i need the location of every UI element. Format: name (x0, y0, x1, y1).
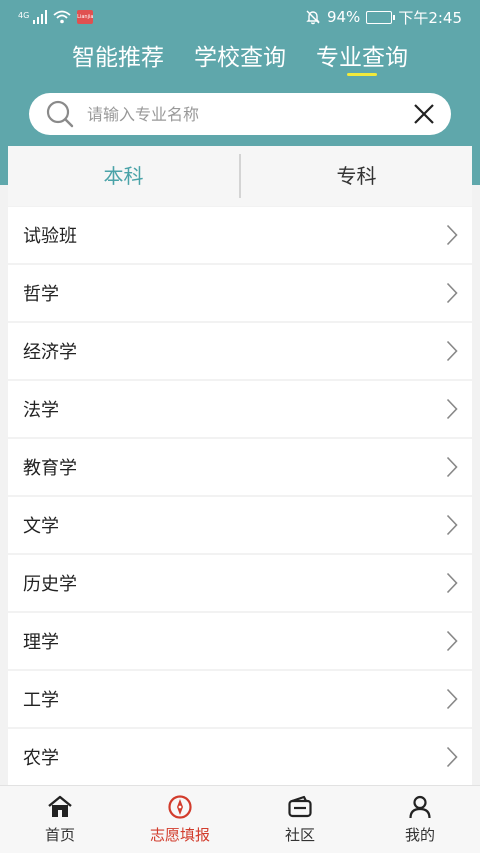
home-icon (48, 795, 72, 817)
chevron-right-icon (446, 456, 458, 478)
tab-major-search[interactable]: 专业查询 (316, 40, 408, 80)
nav-label: 我的 (404, 826, 435, 844)
level-tabs: 本科 专科 (8, 146, 472, 206)
major-label: 哲学 (23, 284, 59, 305)
wifi-icon (53, 10, 71, 24)
major-label: 文学 (23, 516, 59, 537)
search-input[interactable] (87, 104, 413, 124)
list-item[interactable]: 试验班 (8, 207, 472, 263)
nav-label: 首页 (44, 826, 75, 844)
chevron-right-icon (446, 514, 458, 536)
list-item[interactable]: 历史学 (8, 555, 472, 611)
tab-undergraduate[interactable]: 本科 (8, 146, 239, 206)
search-box (29, 93, 451, 135)
major-label: 理学 (23, 632, 59, 653)
chevron-right-icon (446, 630, 458, 652)
nav-label: 志愿填报 (149, 826, 210, 844)
list-item[interactable]: 文学 (8, 497, 472, 553)
close-icon[interactable] (413, 103, 435, 125)
clock: 下午2:45 (398, 8, 462, 27)
network-type: 4G (18, 11, 30, 20)
list-item[interactable]: 农学 (8, 729, 472, 785)
chevron-right-icon (446, 688, 458, 710)
nav-community[interactable]: 社区 (240, 786, 360, 853)
tab-vocational[interactable]: 专科 (241, 146, 472, 206)
list-item[interactable]: 工学 (8, 671, 472, 727)
tab-school-search[interactable]: 学校查询 (194, 40, 286, 80)
top-tabs: 智能推荐 学校查询 专业查询 (0, 40, 480, 80)
wallet-icon (288, 795, 312, 818)
app-notification-icon: Lianjia (77, 10, 93, 24)
nav-label: 社区 (284, 826, 315, 844)
major-label: 经济学 (23, 342, 77, 363)
chevron-right-icon (446, 746, 458, 768)
chevron-right-icon (446, 340, 458, 362)
list-item[interactable]: 哲学 (8, 265, 472, 321)
list-item[interactable]: 教育学 (8, 439, 472, 495)
status-bar: 4G Lianjia 94% 下午2:45 (0, 0, 480, 34)
status-right: 94% 下午2:45 (305, 7, 462, 28)
bell-muted-icon (306, 10, 320, 25)
chevron-right-icon (446, 224, 458, 246)
chevron-right-icon (446, 282, 458, 304)
nav-home[interactable]: 首页 (0, 786, 120, 853)
search-icon (46, 100, 74, 128)
major-label: 法学 (23, 400, 59, 421)
tab-smart-recommend[interactable]: 智能推荐 (72, 40, 164, 80)
list-item[interactable]: 法学 (8, 381, 472, 437)
list-item[interactable]: 理学 (8, 613, 472, 669)
major-label: 农学 (23, 748, 59, 769)
chevron-right-icon (446, 398, 458, 420)
nav-profile[interactable]: 我的 (360, 786, 480, 853)
chevron-right-icon (446, 572, 458, 594)
major-label: 教育学 (23, 458, 77, 479)
major-label: 工学 (23, 690, 59, 711)
compass-icon (168, 795, 192, 819)
nav-application[interactable]: 志愿填报 (120, 786, 240, 853)
signal-icon (33, 10, 48, 24)
major-label: 历史学 (23, 574, 77, 595)
battery-icon (366, 10, 396, 24)
major-label: 试验班 (23, 226, 77, 247)
status-left: 4G Lianjia (18, 10, 93, 24)
major-list: 试验班 哲学 经济学 法学 教育学 文学 历史学 理学 工学 农学 (8, 207, 472, 787)
battery-percent: 94% (326, 8, 361, 26)
user-icon (409, 795, 431, 819)
bottom-nav: 首页 志愿填报 社区 我的 (0, 785, 480, 853)
list-item[interactable]: 经济学 (8, 323, 472, 379)
